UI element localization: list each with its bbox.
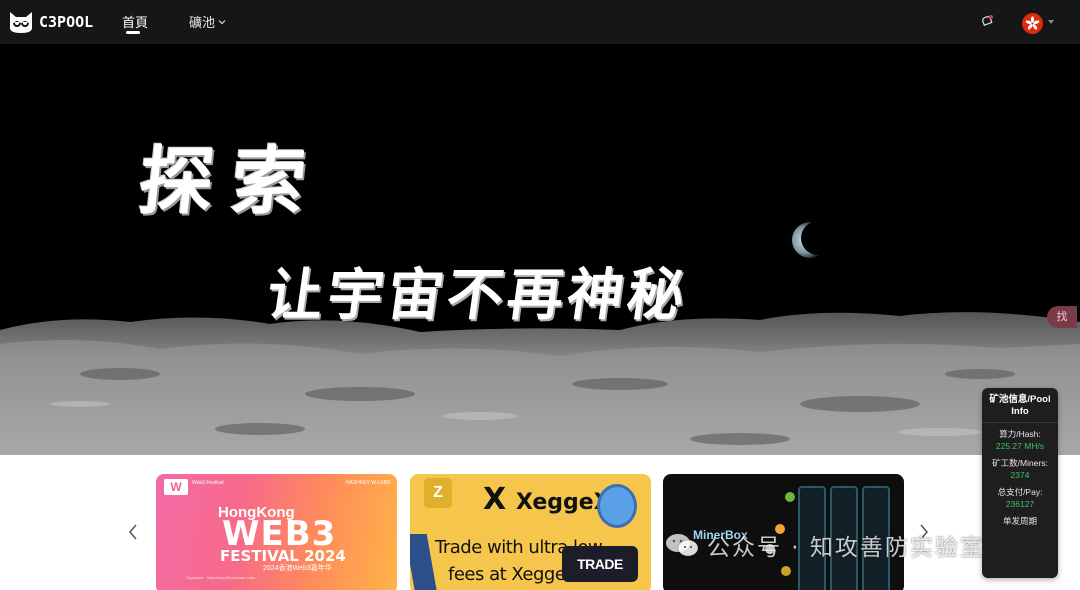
carousel-prev-arrow-icon[interactable] bbox=[128, 523, 138, 541]
hero-banner: 探索 让宇宙不再神秘 找 bbox=[0, 44, 1080, 455]
nav-home-link[interactable]: 首頁 bbox=[122, 12, 148, 31]
side-floating-tab[interactable]: 找 bbox=[1047, 306, 1077, 328]
decorative-shape bbox=[410, 534, 438, 590]
hashrate-value: 225.27 MH/s bbox=[995, 441, 1045, 451]
brand-name: C3POOL bbox=[39, 13, 94, 31]
festival-header-right: HASHKEY W-LABS bbox=[346, 480, 391, 486]
nav-pools-label: 礦池 bbox=[189, 16, 216, 31]
wechat-icon bbox=[666, 534, 699, 557]
miners-label: 矿工数/Miners: bbox=[992, 458, 1048, 468]
xeggex-badge-icon: Z bbox=[424, 478, 452, 508]
hero-subtitle: 让宇宙不再神秘 bbox=[262, 262, 693, 328]
brand-logo[interactable]: C3POOL bbox=[7, 8, 93, 36]
carousel-slide-web3-festival[interactable]: W Web3 Festival HASHKEY W-LABS HongKong … bbox=[156, 474, 397, 590]
payments-value: 236127 bbox=[1005, 499, 1035, 509]
notification-bell-icon[interactable] bbox=[980, 14, 994, 28]
festival-footer: Organiser · Wanxiang Blockchain Labs bbox=[186, 575, 255, 580]
language-caret-icon[interactable] bbox=[1048, 20, 1054, 24]
carousel-slide-xeggex[interactable]: Z X XeggeX Trade with ultra low fees at … bbox=[410, 474, 651, 590]
festival-chinese-title: 2024香港Web3嘉年华 bbox=[263, 565, 332, 572]
chevron-down-icon bbox=[218, 19, 226, 24]
xeggex-logo-mark: X bbox=[483, 482, 507, 517]
page: C3POOL 首頁 礦池 探索 让宇宙不再神秘 找 W Web3 Festiva… bbox=[0, 0, 1080, 590]
hero-title: 探索 bbox=[134, 139, 328, 225]
pool-info-title: 矿池信息/Pool Info bbox=[989, 394, 1051, 417]
divider bbox=[982, 422, 1058, 423]
pool-info-panel: 矿池信息/Pool Info 算力/Hash: 225.27 MH/s 矿工数/… bbox=[982, 388, 1058, 578]
banner-carousel: W Web3 Festival HASHKEY W-LABS HongKong … bbox=[0, 455, 1080, 590]
top-navbar: C3POOL 首頁 礦池 bbox=[0, 0, 1080, 44]
payments-label: 总支付/Pay: bbox=[997, 487, 1043, 497]
festival-header-left: Web3 Festival bbox=[192, 480, 224, 486]
nav-pools-dropdown[interactable]: 礦池 bbox=[189, 12, 226, 31]
nav-active-indicator bbox=[126, 31, 140, 34]
coin-icon bbox=[785, 492, 795, 502]
miners-value: 2374 bbox=[1010, 470, 1030, 480]
block-cycle-label: 单发周期 bbox=[1002, 516, 1037, 526]
bauhinia-icon bbox=[1025, 16, 1040, 30]
xeggex-tagline-line2: fees at XeggeX bbox=[448, 564, 578, 585]
watermark-text: 公众号 · 知攻善防实验室 bbox=[707, 535, 985, 561]
trade-now-button[interactable]: TRADE NOW bbox=[562, 546, 638, 582]
cat-logo-icon bbox=[10, 12, 32, 33]
language-flag-icon[interactable] bbox=[1022, 13, 1043, 34]
hashrate-label: 算力/Hash: bbox=[999, 429, 1041, 439]
wechat-watermark: 公众号 · 知攻善防实验室 bbox=[665, 528, 985, 562]
coin-icon bbox=[597, 484, 637, 528]
festival-logo-badge: W bbox=[164, 479, 188, 495]
coin-icon bbox=[781, 566, 791, 576]
